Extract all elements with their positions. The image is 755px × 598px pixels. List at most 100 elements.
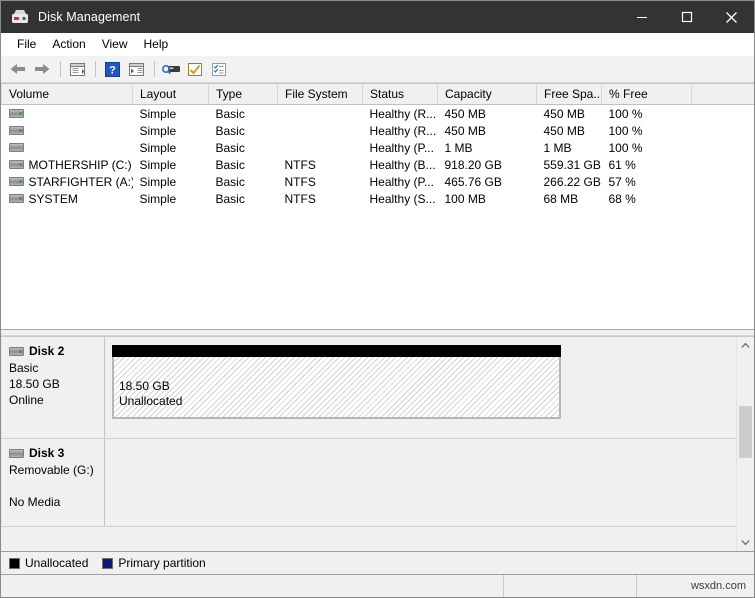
legend-label-unallocated: Unallocated (25, 556, 88, 570)
cell-free-space: 559.31 GB (537, 156, 602, 173)
column-header-layout[interactable]: Layout (133, 84, 209, 105)
partition-state: Unallocated (119, 394, 182, 409)
cell-volume (2, 139, 133, 156)
cell-layout: Simple (133, 190, 209, 207)
help-icon[interactable]: ? (101, 58, 123, 80)
disk-info-panel[interactable]: Disk 2 Basic 18.50 GB Online (1, 337, 105, 438)
cell-status: Healthy (R... (363, 122, 438, 139)
column-header-percent-free[interactable]: % Free (602, 84, 692, 105)
volume-label: MOTHERSHIP (C:) (29, 158, 132, 172)
table-row[interactable]: Simple Basic Healthy (P... 1 MB 1 MB 100… (2, 139, 755, 156)
rescan-disks-icon[interactable] (160, 58, 182, 80)
forward-icon[interactable] (31, 58, 53, 80)
cell-percent-free: 57 % (602, 173, 692, 190)
cell-capacity: 100 MB (438, 190, 537, 207)
legend-swatch-primary-partition (102, 558, 113, 569)
up-one-level-icon[interactable] (66, 58, 88, 80)
cell-free-space: 450 MB (537, 105, 602, 123)
column-header-file-system[interactable]: File System (278, 84, 363, 105)
cell-status: Healthy (P... (363, 139, 438, 156)
cell-file-system: NTFS (278, 173, 363, 190)
menu-item-file[interactable]: File (9, 35, 44, 53)
disk-name: Disk 3 (29, 446, 64, 460)
disk-info-panel[interactable]: Disk 3 Removable (G:) No Media (1, 439, 105, 526)
disk-icon (9, 347, 24, 356)
disk-title: Disk 3 (9, 446, 104, 460)
maximize-button[interactable] (664, 1, 709, 33)
properties-icon[interactable] (184, 58, 206, 80)
separator-1 (60, 61, 61, 77)
cell-layout: Simple (133, 156, 209, 173)
close-button[interactable] (709, 1, 754, 33)
volume-list-pane: Volume Layout Type File System Status Ca… (1, 83, 754, 329)
cell-file-system (278, 122, 363, 139)
cell-file-system (278, 105, 363, 123)
window-title: Disk Management (38, 10, 619, 24)
table-row[interactable]: SYSTEM Simple Basic NTFS Healthy (S... 1… (2, 190, 755, 207)
column-header-filler[interactable] (692, 84, 755, 105)
column-header-type[interactable]: Type (209, 84, 278, 105)
volume-label: SYSTEM (29, 192, 78, 206)
cell-volume: STARFIGHTER (A:) (2, 173, 133, 190)
table-row[interactable]: Simple Basic Healthy (R... 450 MB 450 MB… (2, 105, 755, 123)
disk-detail-type: Removable (G:) (9, 462, 104, 478)
drive-icon (9, 160, 24, 169)
cell-volume: SYSTEM (2, 190, 133, 207)
cell-file-system (278, 139, 363, 156)
column-header-status[interactable]: Status (363, 84, 438, 105)
scroll-down-icon[interactable] (737, 534, 754, 551)
disk-detail-status: No Media (9, 494, 104, 510)
cell-volume: MOTHERSHIP (C:) (2, 156, 133, 173)
volume-label: STARFIGHTER (A:) (29, 175, 133, 189)
cell-status: Healthy (R... (363, 105, 438, 123)
column-header-capacity[interactable]: Capacity (438, 84, 537, 105)
legend-label-primary-partition: Primary partition (118, 556, 205, 570)
cell-filler (692, 173, 755, 190)
cell-free-space: 266.22 GB (537, 173, 602, 190)
column-header-volume[interactable]: Volume (2, 84, 133, 105)
table-row[interactable]: Simple Basic Healthy (R... 450 MB 450 MB… (2, 122, 755, 139)
show-hide-console-tree-icon[interactable] (125, 58, 147, 80)
column-header-free-space[interactable]: Free Spa... (537, 84, 602, 105)
disk-detail-type: Basic (9, 360, 104, 376)
svg-text:?: ? (109, 64, 116, 76)
minimize-button[interactable] (619, 1, 664, 33)
menu-bar: File Action View Help (1, 33, 754, 56)
cell-capacity: 1 MB (438, 139, 537, 156)
cell-volume (2, 122, 133, 139)
disk-detail-size: 18.50 GB (9, 376, 104, 392)
disk-row-2[interactable]: Disk 2 Basic 18.50 GB Online 18.50 GB Un… (1, 337, 736, 439)
scroll-track[interactable] (737, 354, 754, 534)
pane-splitter[interactable] (1, 329, 754, 336)
action-list-icon[interactable] (208, 58, 230, 80)
menu-item-help[interactable]: Help (136, 35, 177, 53)
drive-icon (9, 194, 24, 203)
disk-pane-scrollbar[interactable] (736, 337, 754, 551)
cell-free-space: 450 MB (537, 122, 602, 139)
cell-type: Basic (209, 139, 278, 156)
cell-free-space: 68 MB (537, 190, 602, 207)
disk-row-3[interactable]: Disk 3 Removable (G:) No Media (1, 439, 736, 527)
volume-table-header-row: Volume Layout Type File System Status Ca… (2, 84, 755, 105)
cell-filler (692, 122, 755, 139)
status-pane-left (1, 575, 504, 597)
cell-percent-free: 100 % (602, 105, 692, 123)
cell-layout: Simple (133, 139, 209, 156)
cell-layout: Simple (133, 105, 209, 123)
scroll-thumb[interactable] (739, 406, 752, 458)
cell-filler (692, 190, 755, 207)
title-bar: Disk Management (1, 1, 754, 33)
cell-type: Basic (209, 173, 278, 190)
back-icon[interactable] (7, 58, 29, 80)
table-row[interactable]: MOTHERSHIP (C:) Simple Basic NTFS Health… (2, 156, 755, 173)
menu-item-action[interactable]: Action (44, 35, 93, 53)
cell-free-space: 1 MB (537, 139, 602, 156)
partition-unallocated[interactable]: 18.50 GB Unallocated (112, 345, 561, 419)
table-row[interactable]: STARFIGHTER (A:) Simple Basic NTFS Healt… (2, 173, 755, 190)
scroll-up-icon[interactable] (737, 337, 754, 354)
partition-size: 18.50 GB (119, 379, 182, 394)
menu-item-view[interactable]: View (94, 35, 136, 53)
status-pane-right: wsxdn.com (637, 575, 754, 597)
cell-volume (2, 105, 133, 123)
cell-capacity: 465.76 GB (438, 173, 537, 190)
